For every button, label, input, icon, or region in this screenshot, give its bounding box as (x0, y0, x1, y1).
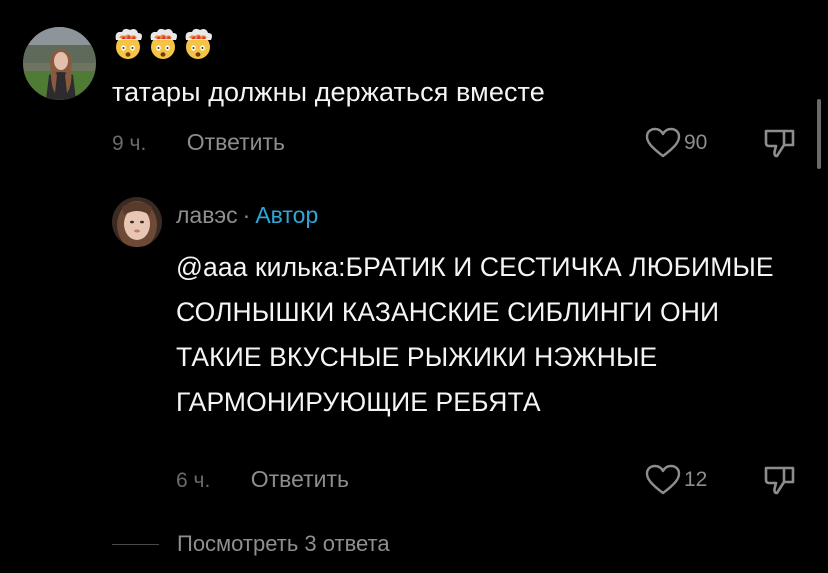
thumbs-down-outline-icon (764, 466, 795, 495)
comment1-like-button[interactable]: 90 (645, 127, 707, 159)
comment1-reply-button[interactable]: Ответить (187, 129, 285, 155)
comment1-like-count: 90 (684, 131, 708, 154)
thumbs-down-outline-icon (764, 129, 795, 158)
avatar-photo (23, 27, 96, 100)
comment2-author-name[interactable]: лавэс (176, 202, 238, 228)
comment2-meta: 6 ч. Ответить (176, 466, 349, 493)
comment1-meta: 9 ч. Ответить (112, 129, 285, 156)
heart-outline-icon (645, 464, 681, 495)
comment2-like-button[interactable]: 12 (645, 464, 707, 496)
exploding-head-icon (115, 28, 142, 59)
comment2-text: @ааа килька:БРАТИК И СЕСТИЧКА ЛЮБИМЫЕ СО… (176, 252, 774, 417)
comment2-dislike-button[interactable] (763, 463, 797, 502)
exploding-head-icon (150, 28, 177, 59)
comment2-time: 6 ч. (176, 469, 211, 492)
author-separator: · (242, 202, 251, 228)
comment1-emoji-row (111, 27, 215, 61)
view-replies-divider (112, 543, 159, 545)
comment2-like-count: 12 (684, 468, 708, 491)
comment1-dislike-button[interactable] (763, 126, 797, 165)
avatar-photo (112, 197, 162, 247)
exploding-head-icon (185, 28, 212, 59)
comment2-avatar[interactable] (112, 197, 162, 247)
comment2-reply-button[interactable]: Ответить (251, 466, 349, 492)
heart-outline-icon (645, 127, 681, 158)
comment2-author-line: лавэс · Автор (176, 202, 318, 229)
comment1-avatar[interactable] (23, 27, 96, 100)
scrollbar[interactable] (817, 99, 821, 169)
comment1-time: 9 ч. (112, 132, 147, 155)
view-replies-button[interactable]: Посмотреть 3 ответа (112, 531, 390, 557)
view-replies-label: Посмотреть 3 ответа (177, 531, 390, 556)
comment1-text: татары должны держаться вместе (112, 77, 545, 107)
author-badge: Автор (255, 202, 319, 228)
